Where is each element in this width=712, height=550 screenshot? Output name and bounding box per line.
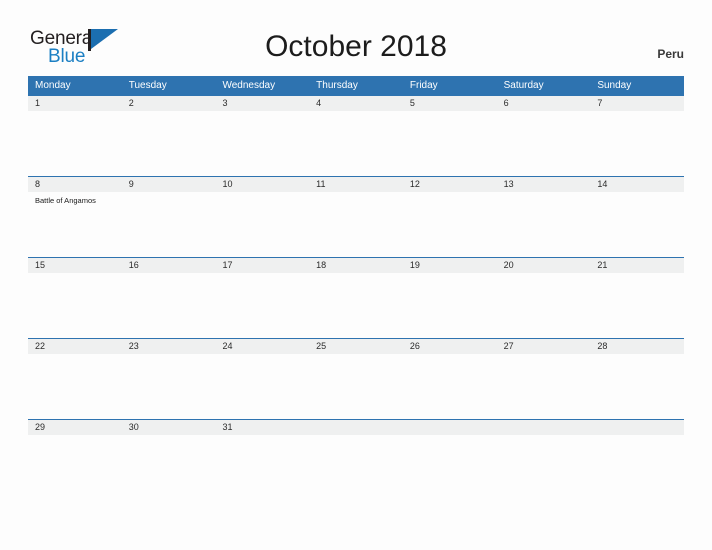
day-cell[interactable] bbox=[215, 435, 309, 500]
date-number[interactable]: 8 bbox=[28, 177, 122, 192]
day-cell bbox=[497, 435, 591, 500]
day-cell[interactable] bbox=[590, 111, 684, 176]
day-cell[interactable] bbox=[403, 111, 497, 176]
weekday-thursday: Thursday bbox=[316, 80, 358, 91]
date-number bbox=[497, 420, 591, 435]
date-number[interactable]: 26 bbox=[403, 339, 497, 354]
weekday-saturday: Saturday bbox=[503, 80, 544, 91]
week-date-band: 8 9 10 11 12 13 14 bbox=[28, 176, 684, 192]
day-cell[interactable] bbox=[309, 354, 403, 419]
calendar-table: Monday Tuesday Wednesday Thursday Friday… bbox=[28, 76, 684, 500]
day-cell[interactable] bbox=[28, 111, 122, 176]
date-number bbox=[309, 420, 403, 435]
day-cell[interactable] bbox=[122, 435, 216, 500]
week-event-band bbox=[28, 354, 684, 419]
date-number bbox=[590, 420, 684, 435]
date-number[interactable]: 6 bbox=[497, 96, 591, 111]
date-number[interactable]: 29 bbox=[28, 420, 122, 435]
date-number[interactable]: 23 bbox=[122, 339, 216, 354]
day-cell[interactable] bbox=[309, 273, 403, 338]
day-cell[interactable] bbox=[497, 273, 591, 338]
date-number bbox=[403, 420, 497, 435]
date-number[interactable]: 19 bbox=[403, 258, 497, 273]
day-cell[interactable] bbox=[215, 111, 309, 176]
day-cell[interactable] bbox=[28, 354, 122, 419]
weekday-friday: Friday bbox=[409, 80, 438, 91]
date-number[interactable]: 14 bbox=[590, 177, 684, 192]
day-cell[interactable] bbox=[309, 111, 403, 176]
day-cell[interactable] bbox=[403, 192, 497, 257]
date-number[interactable]: 3 bbox=[215, 96, 309, 111]
day-cell[interactable] bbox=[215, 192, 309, 257]
date-number[interactable]: 10 bbox=[215, 177, 309, 192]
calendar-page: General Blue October 2018 Peru Monday Tu… bbox=[0, 0, 712, 550]
calendar-week-row: 22 23 24 25 26 27 28 bbox=[28, 338, 684, 419]
date-number[interactable]: 28 bbox=[590, 339, 684, 354]
week-event-band: Battle of Angamos bbox=[28, 192, 684, 257]
date-number[interactable]: 25 bbox=[309, 339, 403, 354]
weekday-wednesday: Wednesday bbox=[222, 80, 276, 91]
week-event-band bbox=[28, 435, 684, 500]
date-number[interactable]: 20 bbox=[497, 258, 591, 273]
day-cell[interactable] bbox=[403, 273, 497, 338]
day-cell[interactable]: Battle of Angamos bbox=[28, 192, 122, 257]
date-number[interactable]: 31 bbox=[215, 420, 309, 435]
weekday-monday: Monday bbox=[35, 80, 71, 91]
calendar-week-row: 1 2 3 4 5 6 7 bbox=[28, 95, 684, 176]
day-cell[interactable] bbox=[590, 354, 684, 419]
day-cell[interactable] bbox=[497, 354, 591, 419]
date-number[interactable]: 27 bbox=[497, 339, 591, 354]
day-cell[interactable] bbox=[497, 111, 591, 176]
weekday-header-row: Monday Tuesday Wednesday Thursday Friday… bbox=[28, 76, 684, 95]
week-date-band: 15 16 17 18 19 20 21 bbox=[28, 257, 684, 273]
date-number[interactable]: 1 bbox=[28, 96, 122, 111]
day-cell bbox=[590, 435, 684, 500]
week-event-band bbox=[28, 273, 684, 338]
date-number[interactable]: 18 bbox=[309, 258, 403, 273]
day-cell[interactable] bbox=[215, 354, 309, 419]
date-number[interactable]: 17 bbox=[215, 258, 309, 273]
date-number[interactable]: 15 bbox=[28, 258, 122, 273]
week-date-band: 29 30 31 bbox=[28, 419, 684, 435]
calendar-week-row: 8 9 10 11 12 13 14 Battle of Angamos bbox=[28, 176, 684, 257]
day-cell[interactable] bbox=[403, 354, 497, 419]
weekday-tuesday: Tuesday bbox=[128, 80, 167, 91]
date-number[interactable]: 21 bbox=[590, 258, 684, 273]
date-number[interactable]: 16 bbox=[122, 258, 216, 273]
date-number[interactable]: 7 bbox=[590, 96, 684, 111]
page-title: October 2018 bbox=[265, 30, 447, 63]
day-cell[interactable] bbox=[309, 192, 403, 257]
calendar-week-row: 15 16 17 18 19 20 21 bbox=[28, 257, 684, 338]
day-cell[interactable] bbox=[122, 273, 216, 338]
week-date-band: 1 2 3 4 5 6 7 bbox=[28, 95, 684, 111]
event-label: Battle of Angamos bbox=[35, 196, 96, 205]
weekday-sunday: Sunday bbox=[597, 80, 632, 91]
day-cell[interactable] bbox=[122, 111, 216, 176]
date-number[interactable]: 30 bbox=[122, 420, 216, 435]
day-cell[interactable] bbox=[497, 192, 591, 257]
calendar-week-row: 29 30 31 bbox=[28, 419, 684, 500]
day-cell[interactable] bbox=[590, 192, 684, 257]
day-cell bbox=[309, 435, 403, 500]
date-number[interactable]: 4 bbox=[309, 96, 403, 111]
country-label: Peru bbox=[657, 47, 684, 61]
day-cell[interactable] bbox=[590, 273, 684, 338]
day-cell[interactable] bbox=[28, 435, 122, 500]
page-header: General Blue October 2018 Peru bbox=[0, 0, 712, 76]
day-cell[interactable] bbox=[122, 192, 216, 257]
week-date-band: 22 23 24 25 26 27 28 bbox=[28, 338, 684, 354]
date-number[interactable]: 12 bbox=[403, 177, 497, 192]
week-event-band bbox=[28, 111, 684, 176]
date-number[interactable]: 9 bbox=[122, 177, 216, 192]
date-number[interactable]: 24 bbox=[215, 339, 309, 354]
date-number[interactable]: 11 bbox=[309, 177, 403, 192]
day-cell[interactable] bbox=[215, 273, 309, 338]
day-cell[interactable] bbox=[122, 354, 216, 419]
day-cell bbox=[403, 435, 497, 500]
date-number[interactable]: 13 bbox=[497, 177, 591, 192]
date-number[interactable]: 5 bbox=[403, 96, 497, 111]
date-number[interactable]: 22 bbox=[28, 339, 122, 354]
day-cell[interactable] bbox=[28, 273, 122, 338]
date-number[interactable]: 2 bbox=[122, 96, 216, 111]
